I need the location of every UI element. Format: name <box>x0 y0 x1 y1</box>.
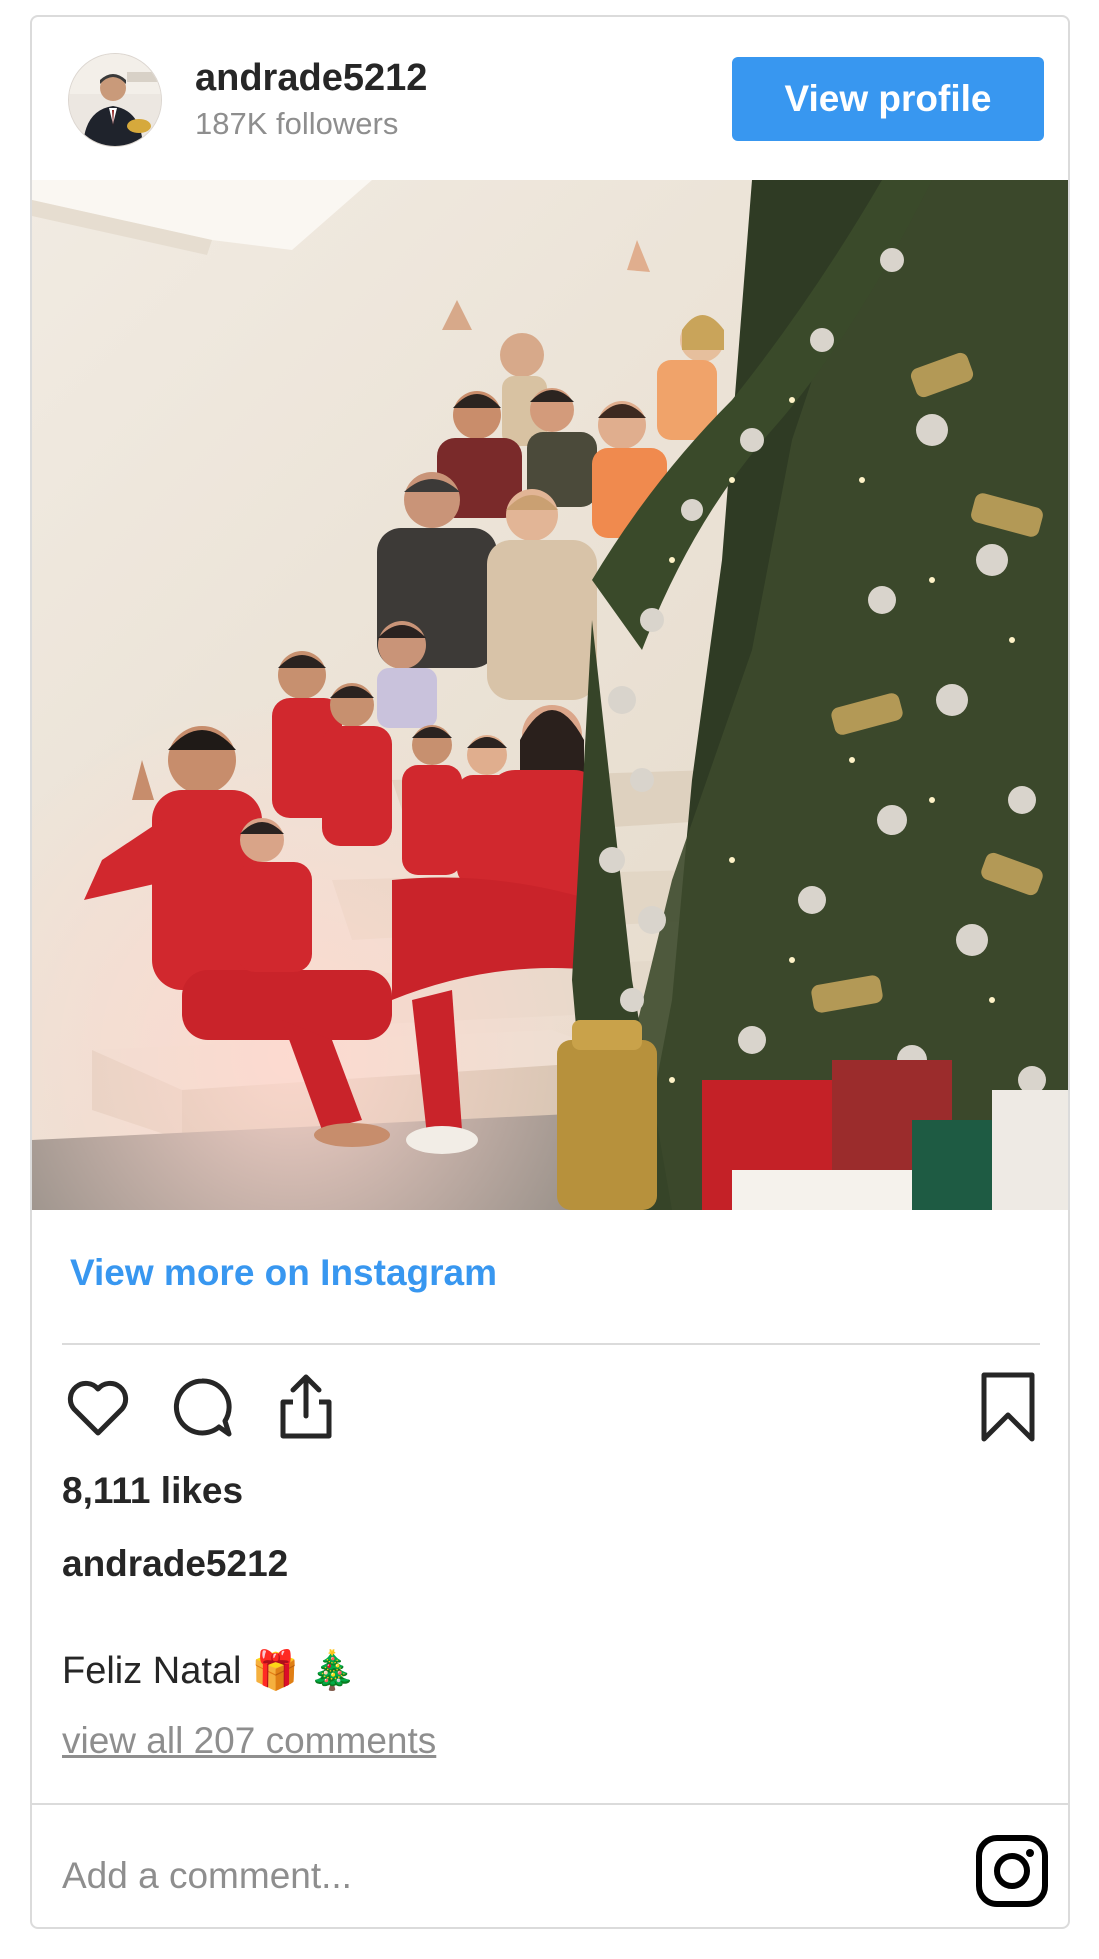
view-more-on-instagram-link[interactable]: View more on Instagram <box>70 1252 497 1294</box>
view-profile-button[interactable]: View profile <box>732 57 1044 141</box>
post-caption: Feliz Natal 🎁 🎄 <box>62 1649 356 1693</box>
share-icon <box>280 1374 332 1439</box>
post-header: andrade5212 187K followers View profile <box>32 17 1068 177</box>
avatar[interactable] <box>68 53 162 147</box>
family-christmas-photo-icon <box>32 180 1068 1210</box>
avatar-image <box>69 54 161 146</box>
divider <box>62 1343 1040 1345</box>
view-all-comments-link[interactable]: view all 207 comments <box>62 1720 436 1762</box>
save-button[interactable] <box>970 1369 1046 1445</box>
follower-count: 187K followers <box>195 106 399 141</box>
share-button[interactable] <box>268 1369 344 1445</box>
instagram-icon <box>976 1835 1048 1907</box>
christmas-tree-emoji-icon: 🎄 <box>308 1650 357 1692</box>
instagram-logo-button[interactable] <box>974 1833 1050 1909</box>
footer-divider <box>32 1803 1068 1805</box>
username[interactable]: andrade5212 <box>195 57 427 100</box>
bookmark-icon <box>981 1372 1035 1442</box>
heart-icon <box>67 1380 129 1436</box>
like-count: 8,111 likes <box>62 1470 244 1511</box>
caption-username[interactable]: andrade5212 <box>62 1543 288 1585</box>
comment-icon <box>173 1378 232 1437</box>
post-photo[interactable] <box>32 180 1068 1210</box>
gift-emoji-icon: 🎁 <box>251 1650 299 1692</box>
caption-text: Feliz Natal <box>62 1649 242 1692</box>
add-comment-input[interactable]: Add a comment... <box>62 1855 352 1897</box>
comment-button[interactable] <box>164 1369 240 1445</box>
instagram-embed-card: andrade5212 187K followers View profile <box>30 15 1070 1929</box>
like-button[interactable] <box>60 1369 136 1445</box>
